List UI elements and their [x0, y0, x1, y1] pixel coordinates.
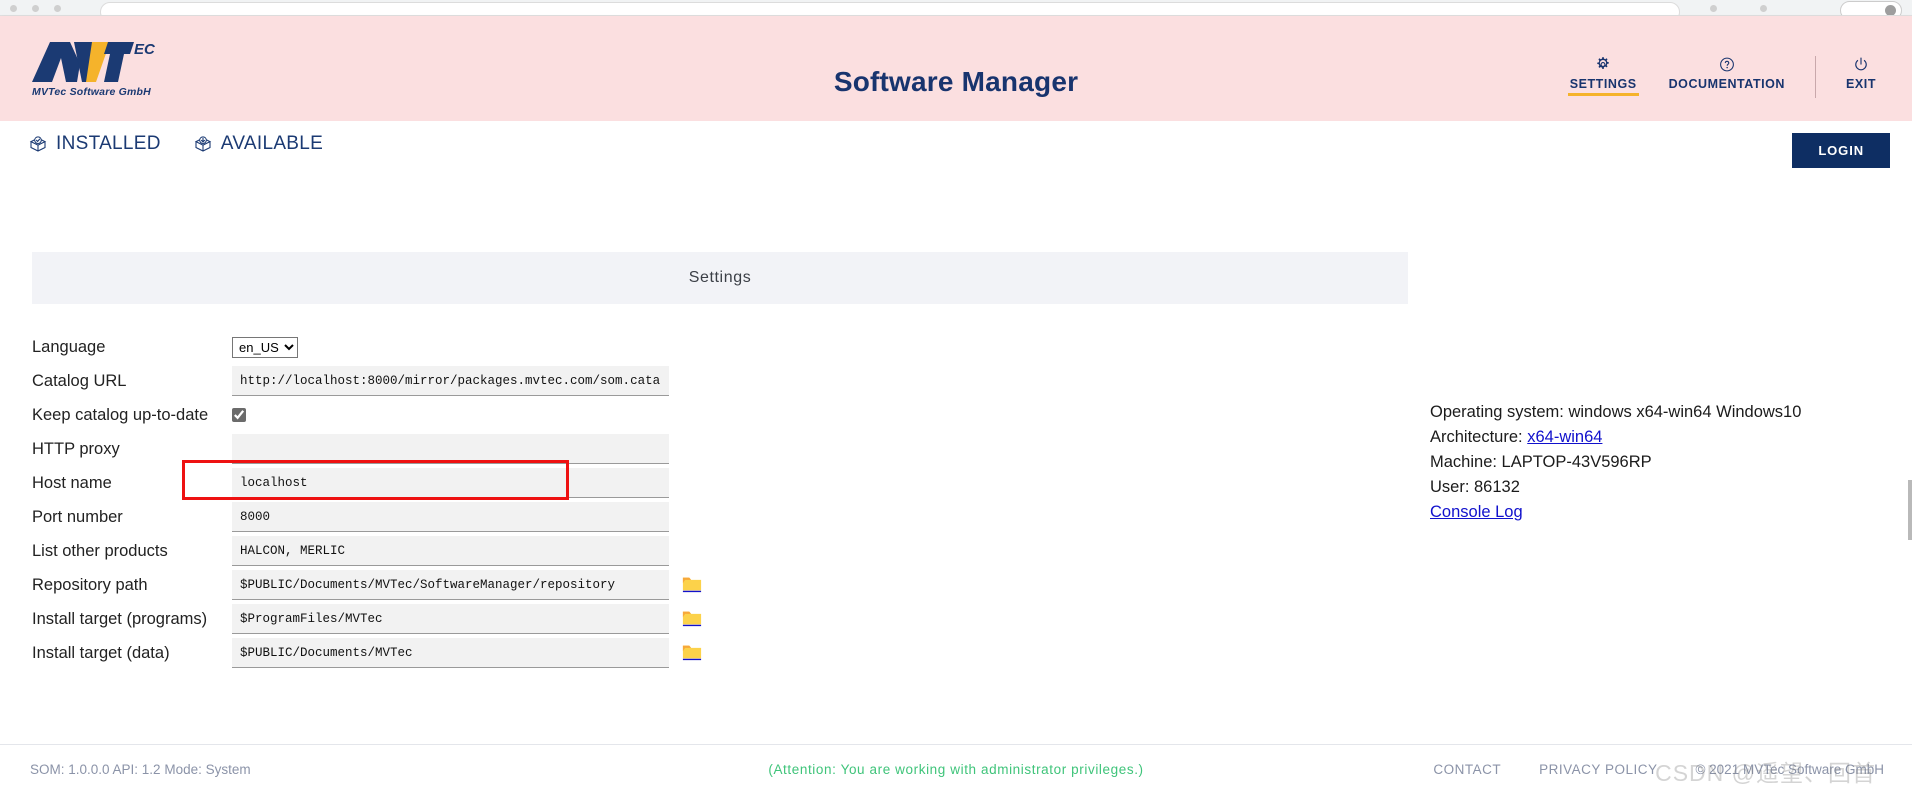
header-item-documentation-label: DOCUMENTATION [1668, 77, 1786, 91]
browser-back-icon[interactable] [10, 5, 17, 12]
form-row-repository-path: Repository path [32, 568, 703, 602]
form-row-catalog-url: Catalog URL [32, 364, 703, 398]
system-info-architecture: Architecture: x64-win64 [1430, 425, 1801, 450]
language-select[interactable]: en_US [232, 336, 298, 358]
folder-icon [682, 611, 702, 627]
system-info-machine: Machine: LAPTOP-43V596RP [1430, 453, 1652, 472]
browser-menu-icon[interactable] [1760, 5, 1767, 12]
install-programs-browse-button[interactable] [681, 608, 703, 630]
settings-form: Language en_US Catalog URL Keep catalog … [32, 330, 703, 670]
svg-text:EC: EC [134, 41, 156, 58]
header-item-documentation[interactable]: DOCUMENTATION [1653, 56, 1801, 91]
package-check-icon [29, 136, 47, 152]
console-log-link[interactable]: Console Log [1430, 503, 1523, 521]
form-row-keep-catalog: Keep catalog up-to-date [32, 398, 703, 432]
tab-available[interactable]: AVAILABLE [193, 133, 323, 155]
browser-reload-icon[interactable] [54, 5, 61, 12]
host-name-input[interactable] [232, 468, 669, 498]
catalog-url-input[interactable] [232, 366, 669, 396]
label-other-products: List other products [32, 541, 168, 560]
scrollbar-thumb[interactable] [1908, 480, 1912, 540]
system-info-architecture-label: Architecture: [1430, 428, 1528, 447]
main-content: Settings Language en_US Catalog URL Keep… [0, 178, 1912, 744]
install-data-browse-button[interactable] [681, 642, 703, 664]
footer-copyright: © 2021 MVTec Software GmbH [1695, 762, 1884, 777]
settings-panel-title: Settings [32, 252, 1408, 304]
system-info-user: User: 86132 [1430, 478, 1520, 497]
header-item-settings-label: SETTINGS [1569, 77, 1637, 91]
install-programs-input[interactable] [232, 604, 669, 634]
label-catalog-url: Catalog URL [32, 371, 127, 390]
form-row-http-proxy: HTTP proxy [32, 432, 703, 466]
folder-icon [682, 645, 702, 661]
label-http-proxy: HTTP proxy [32, 439, 120, 458]
footer-privacy-link[interactable]: PRIVACY POLICY [1539, 762, 1657, 777]
app-header: EC MVTec Software GmbH Software Manager … [0, 16, 1912, 121]
system-info-os: Operating system: windows x64-win64 Wind… [1430, 403, 1802, 421]
label-port-number: Port number [32, 507, 123, 526]
app-footer: SOM: 1.0.0.0 API: 1.2 Mode: System (Atte… [0, 744, 1912, 792]
system-info-panel: Operating system: windows x64-win64 Wind… [1430, 400, 1801, 525]
form-row-install-data: Install target (data) [32, 636, 703, 670]
label-keep-catalog: Keep catalog up-to-date [32, 405, 209, 424]
other-products-input[interactable] [232, 536, 669, 566]
header-divider [1815, 56, 1817, 98]
active-tab-underline [1567, 93, 1639, 96]
browser-extension-icon[interactable] [1710, 5, 1717, 12]
nav-tabs: INSTALLED AVAILABLE [28, 133, 323, 155]
install-data-input[interactable] [232, 638, 669, 668]
label-repository-path: Repository path [32, 575, 148, 594]
header-item-exit-label: EXIT [1846, 77, 1876, 91]
port-number-input[interactable] [232, 502, 669, 532]
package-download-icon [194, 136, 211, 152]
question-circle-icon [1719, 57, 1734, 72]
login-button[interactable]: LOGIN [1792, 133, 1890, 168]
browser-url-bar[interactable] [100, 2, 1680, 15]
header-item-settings[interactable]: SETTINGS [1554, 56, 1653, 96]
gear-icon [1597, 57, 1609, 70]
form-row-host-name: Host name [32, 466, 703, 500]
label-install-programs: Install target (programs) [32, 609, 208, 628]
browser-avatar [1885, 5, 1896, 15]
power-icon [1855, 57, 1867, 71]
navigation-bar: INSTALLED AVAILABLE LOGIN [0, 121, 1912, 178]
label-host-name: Host name [32, 473, 112, 492]
tab-installed[interactable]: INSTALLED [28, 133, 161, 155]
folder-icon [682, 577, 702, 593]
footer-contact-link[interactable]: CONTACT [1433, 762, 1501, 777]
repository-path-browse-button[interactable] [681, 574, 703, 596]
form-row-language: Language en_US [32, 330, 703, 364]
keep-catalog-checkbox[interactable] [232, 408, 246, 422]
architecture-link[interactable]: x64-win64 [1527, 428, 1602, 446]
header-actions: SETTINGS DOCUMENTATION EXIT [1554, 56, 1892, 98]
form-row-port-number: Port number [32, 500, 703, 534]
form-row-other-products: List other products [32, 534, 703, 568]
tab-installed-label: INSTALLED [56, 133, 161, 154]
browser-chrome [0, 0, 1912, 16]
label-install-data: Install target (data) [32, 643, 170, 662]
footer-links: CONTACT PRIVACY POLICY © 2021 MVTec Soft… [1433, 762, 1884, 777]
header-item-exit[interactable]: EXIT [1830, 56, 1892, 91]
http-proxy-input[interactable] [232, 434, 669, 464]
form-row-install-programs: Install target (programs) [32, 602, 703, 636]
browser-forward-icon[interactable] [32, 5, 39, 12]
label-language: Language [32, 337, 106, 356]
repository-path-input[interactable] [232, 570, 669, 600]
tab-available-label: AVAILABLE [220, 133, 324, 154]
